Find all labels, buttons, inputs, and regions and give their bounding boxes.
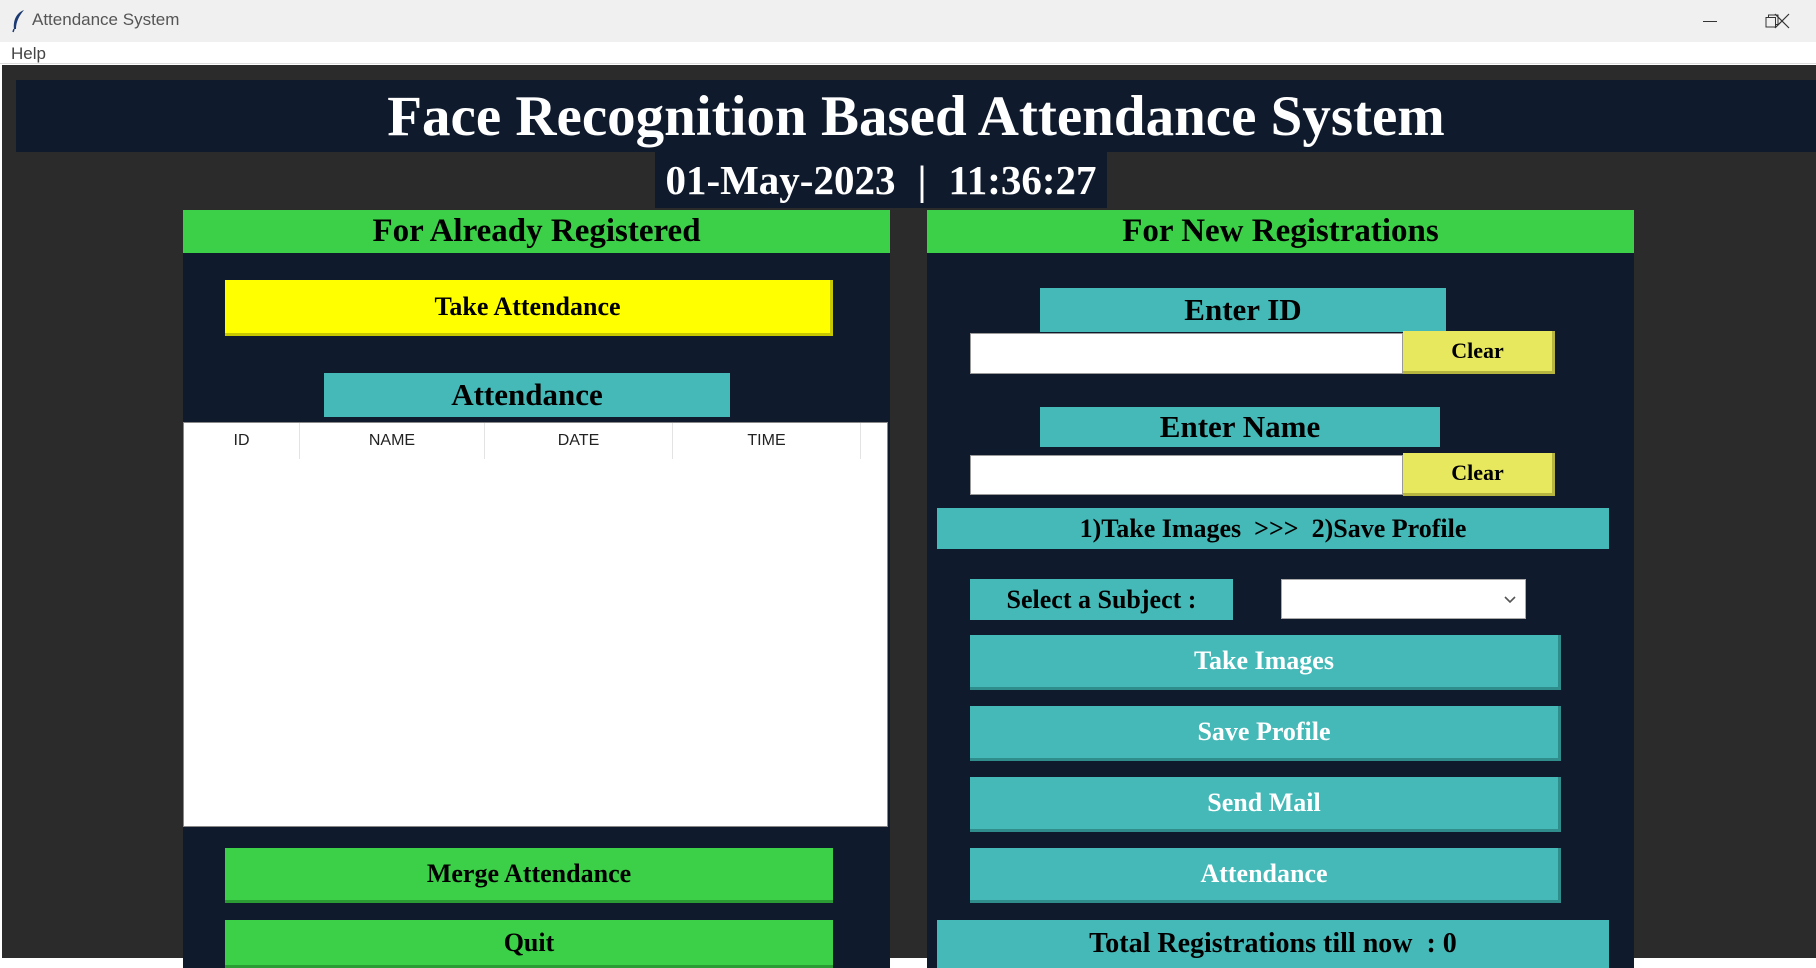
select-subject-label: Select a Subject : (970, 579, 1233, 620)
total-registrations-label: Total Registrations till now : 0 (937, 920, 1609, 968)
close-icon (1774, 13, 1790, 29)
clear-name-button[interactable]: Clear (1403, 453, 1555, 496)
date-time-display: 01-May-2023 | 11:36:27 (655, 152, 1107, 208)
date-text: 01-May-2023 (665, 157, 896, 203)
id-input[interactable] (970, 333, 1403, 374)
window-title: Attendance System (32, 10, 180, 29)
chevron-down-icon (1504, 596, 1516, 604)
title-bar: Attendance System (0, 0, 1816, 42)
steps-instruction: 1)Take Images >>> 2)Save Profile (937, 508, 1609, 549)
take-images-button[interactable]: Take Images (970, 635, 1561, 690)
take-attendance-button[interactable]: Take Attendance (225, 280, 833, 336)
feather-icon (10, 9, 28, 33)
enter-id-label: Enter ID (1040, 288, 1446, 332)
registered-panel-title: For Already Registered (183, 210, 890, 253)
table-header-time[interactable]: TIME (673, 423, 861, 459)
table-header-name[interactable]: NAME (300, 423, 485, 459)
page-title: Face Recognition Based Attendance System (16, 80, 1816, 152)
table-header-date[interactable]: DATE (485, 423, 673, 459)
attendance-section-label: Attendance (324, 373, 730, 417)
name-input[interactable] (970, 455, 1403, 495)
subject-dropdown[interactable] (1281, 579, 1526, 619)
quit-button[interactable]: Quit (225, 920, 833, 968)
close-button[interactable] (1752, 4, 1812, 38)
clear-id-button[interactable]: Clear (1403, 331, 1555, 374)
enter-name-label: Enter Name (1040, 407, 1440, 447)
attendance-table[interactable]: ID NAME DATE TIME (183, 422, 1067, 827)
time-text: 11:36:27 (948, 157, 1097, 203)
merge-attendance-button[interactable]: Merge Attendance (225, 848, 833, 903)
table-header-id[interactable]: ID (184, 423, 300, 459)
minimize-icon (1703, 20, 1717, 22)
new-registration-panel-title: For New Registrations (927, 210, 1634, 253)
menu-help[interactable]: Help (11, 44, 46, 64)
separator-text: | (917, 157, 927, 203)
attendance-button[interactable]: Attendance (970, 848, 1561, 903)
send-mail-button[interactable]: Send Mail (970, 777, 1561, 832)
save-profile-button[interactable]: Save Profile (970, 706, 1561, 761)
minimize-button[interactable] (1680, 4, 1740, 38)
menu-bar: Help (0, 42, 1816, 64)
